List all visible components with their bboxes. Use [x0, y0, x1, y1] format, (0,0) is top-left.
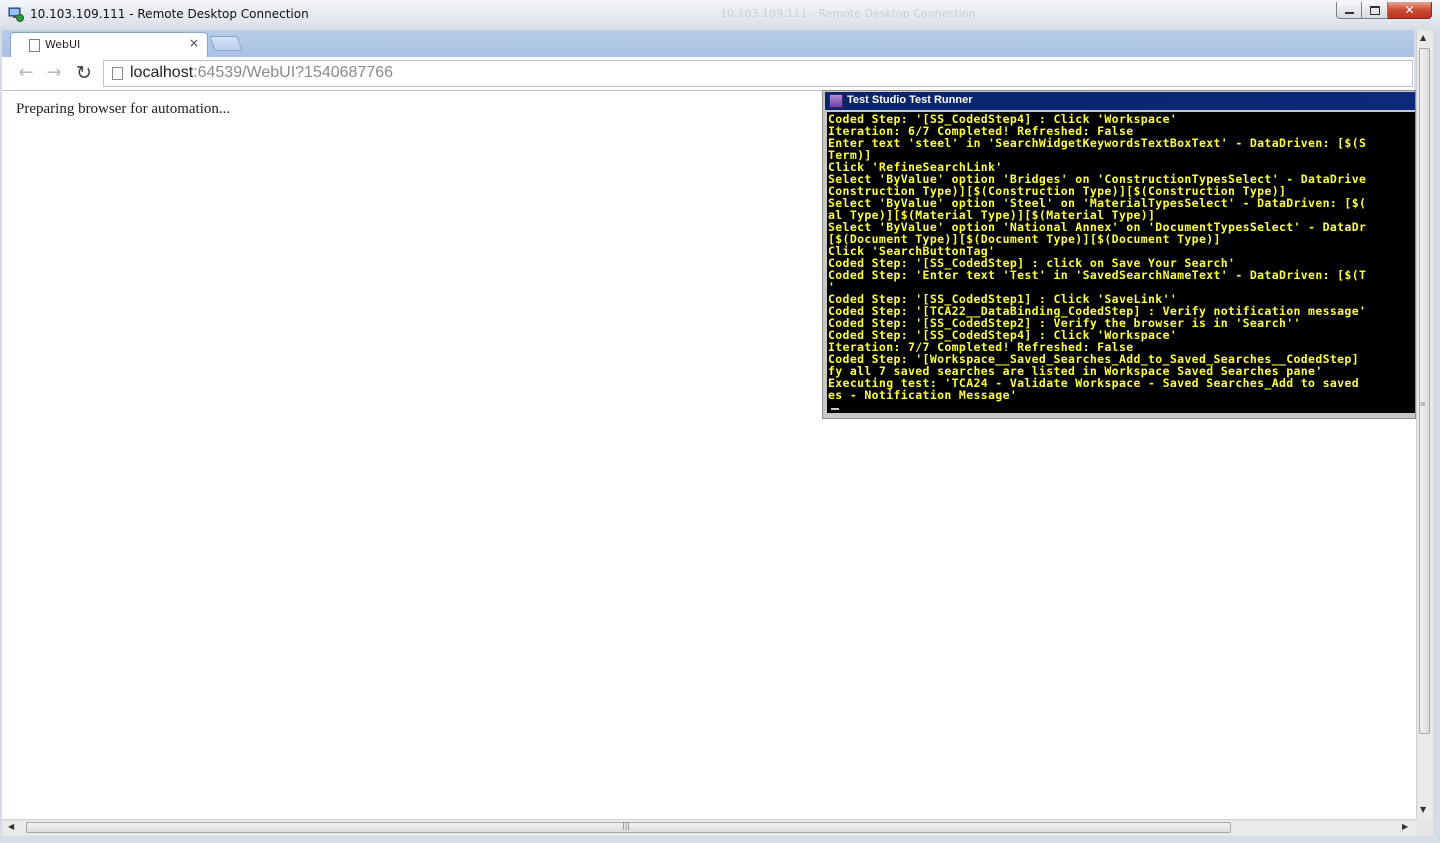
console-line: Coded Step: 'Enter text 'Test' in 'Saved…: [828, 268, 1367, 282]
forward-arrow-icon[interactable]: →: [44, 63, 64, 83]
test-runner-title: Test Studio Test Runner: [847, 94, 973, 106]
address-bar[interactable]: localhost:64539/WebUI?1540687766: [103, 60, 1413, 87]
console-line: es - Notification Message': [828, 388, 1018, 402]
url-path: :64539/WebUI?1540687766: [193, 64, 394, 81]
url-host: localhost: [130, 64, 194, 81]
tab-strip: WebUI ×: [2, 30, 1414, 58]
vertical-scrollbar[interactable]: ▲ ≡ ▼: [1416, 30, 1433, 819]
scroll-down-icon[interactable]: ▼: [1420, 805, 1426, 814]
reload-icon[interactable]: ↻: [74, 63, 94, 83]
background-window-title: 10.103.109.111 - Remote Desktop Connecti…: [720, 7, 976, 20]
test-runner-window[interactable]: Test Studio Test Runner Coded Step: '[SS…: [822, 90, 1416, 419]
remote-desktop-icon: [8, 7, 24, 22]
horizontal-scrollbar[interactable]: ◀ ||| ▶: [2, 819, 1416, 836]
console-cursor: [831, 408, 839, 410]
test-runner-icon: [829, 94, 843, 108]
test-runner-title-bar[interactable]: Test Studio Test Runner: [825, 92, 1415, 110]
new-tab-button[interactable]: [209, 36, 243, 51]
grip-icon: ≡: [1420, 400, 1426, 408]
tab-close-icon[interactable]: ×: [189, 36, 199, 50]
tab-webui[interactable]: WebUI ×: [10, 32, 208, 58]
maximize-button[interactable]: [1362, 2, 1388, 19]
scroll-up-icon[interactable]: ▲: [1420, 33, 1426, 42]
scroll-left-icon[interactable]: ◀: [8, 822, 14, 831]
minimize-button[interactable]: [1336, 2, 1362, 19]
page-icon: [29, 39, 40, 52]
page-icon: [112, 67, 123, 80]
close-icon: ✕: [1404, 3, 1415, 17]
browser-toolbar: ← → ↻ localhost:64539/WebUI?1540687766: [2, 57, 1414, 91]
page-status-text: Preparing browser for automation...: [16, 101, 231, 117]
window-controls: ✕: [1336, 2, 1432, 20]
console-output: Coded Step: '[SS_CodedStep4] : Click 'Wo…: [827, 112, 1415, 413]
rdp-title-bar: 10.103.109.111 - Remote Desktop Connecti…: [0, 0, 1440, 30]
window-title: 10.103.109.111 - Remote Desktop Connecti…: [30, 7, 309, 21]
back-arrow-icon[interactable]: ←: [16, 63, 36, 83]
scrollbar-corner: [1416, 819, 1433, 836]
console-lines: Coded Step: '[SS_CodedStep4] : Click 'Wo…: [827, 112, 1415, 402]
grip-icon: |||: [622, 821, 631, 830]
console-line: Enter text 'steel' in 'SearchWidgetKeywo…: [828, 136, 1367, 150]
vertical-scroll-thumb[interactable]: [1419, 48, 1430, 734]
scroll-right-icon[interactable]: ▶: [1402, 822, 1408, 831]
tab-title: WebUI: [45, 38, 81, 51]
url-text[interactable]: localhost:64539/WebUI?1540687766: [130, 64, 393, 82]
close-button[interactable]: ✕: [1388, 2, 1432, 19]
